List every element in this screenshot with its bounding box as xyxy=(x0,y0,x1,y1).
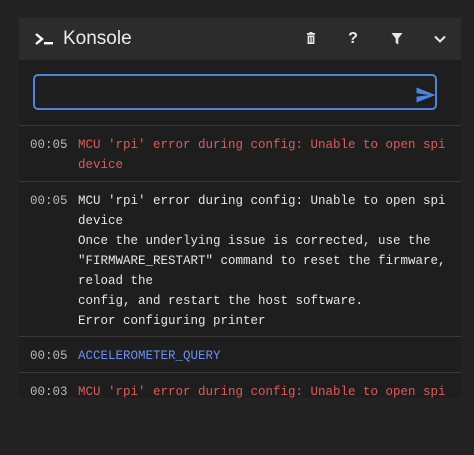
log-message: MCU 'rpi' error during config: Unable to… xyxy=(78,138,454,172)
send-icon xyxy=(416,87,436,103)
log-entry: 00:05 MCU 'rpi' error during config: Una… xyxy=(19,181,461,337)
console-panel: Konsole ? 00:05 MCU 'rpi' error during c… xyxy=(19,18,461,398)
log-entry: 00:05 MCU 'rpi' error during config: Una… xyxy=(19,125,461,182)
log-timestamp: 00:03 xyxy=(30,385,68,398)
log-entry: 00:05 ACCELEROMETER_QUERY xyxy=(19,336,461,373)
log-message: MCU 'rpi' error during config: Unable to… xyxy=(78,194,446,328)
log-entry: 00:03 MCU 'rpi' error during config: Una… xyxy=(19,372,461,398)
console-log: 00:05 MCU 'rpi' error during config: Una… xyxy=(19,125,461,398)
filter-icon xyxy=(391,33,403,45)
send-button[interactable] xyxy=(415,86,437,104)
app-title: Konsole xyxy=(63,28,132,49)
clear-log-button[interactable] xyxy=(300,28,322,50)
help-button[interactable]: ? xyxy=(342,28,364,50)
command-input[interactable] xyxy=(33,74,437,110)
collapse-button[interactable] xyxy=(429,28,451,50)
log-timestamp: 00:05 xyxy=(30,138,68,152)
chevron-down-icon xyxy=(434,35,446,43)
log-timestamp: 00:05 xyxy=(30,194,68,208)
log-message: MCU 'rpi' error during config: Unable to… xyxy=(78,385,446,398)
trash-icon xyxy=(307,32,315,44)
console-header: Konsole ? xyxy=(19,18,461,60)
terminal-icon xyxy=(34,30,56,48)
log-timestamp: 00:05 xyxy=(30,349,68,363)
command-input-area xyxy=(19,60,461,125)
log-command[interactable]: ACCELEROMETER_QUERY xyxy=(78,346,458,366)
filter-button[interactable] xyxy=(386,28,408,50)
